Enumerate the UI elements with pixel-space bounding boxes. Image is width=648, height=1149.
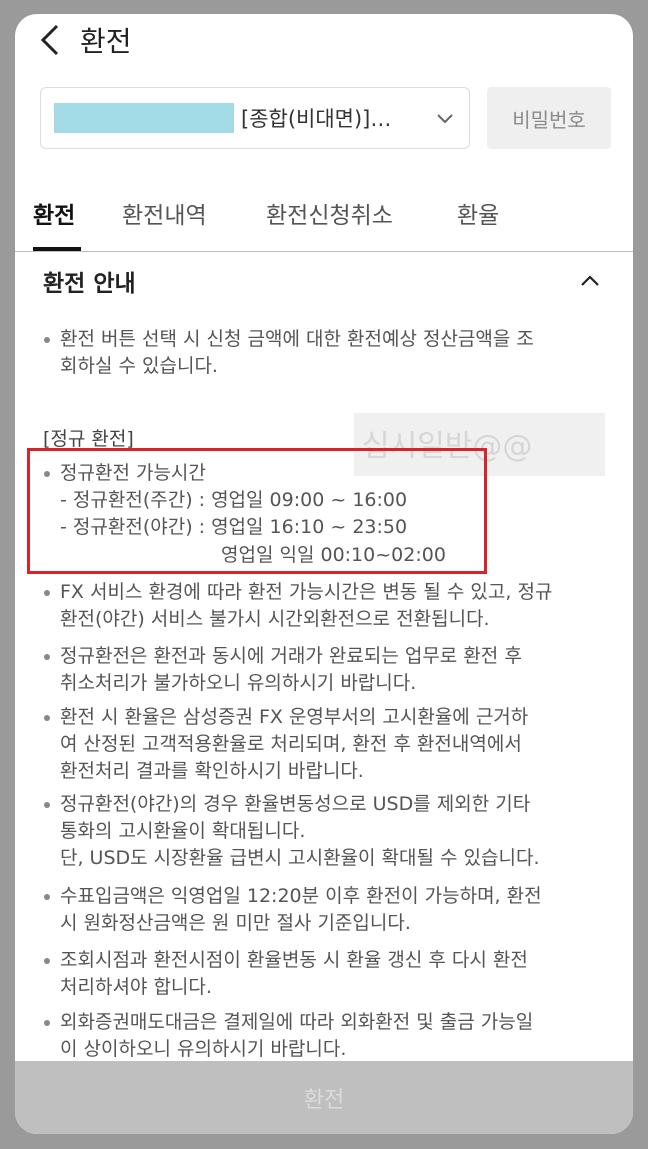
regular-exchange-heading: [정규 환전]: [43, 428, 134, 450]
tab-exchange-rate[interactable]: 환율: [457, 196, 499, 230]
chevron-down-icon: [435, 108, 455, 128]
back-arrow-icon[interactable]: [37, 22, 65, 58]
guide-title: 환전 안내: [43, 271, 136, 297]
list-item: 환전 시 환율은 삼성증권 FX 운영부서의 고시환율에 근거하 여 산정된 고…: [43, 704, 603, 785]
guide-intro-line: 환전 버튼 선택 시 신청 금액에 대한 환전예상 정산금액을 조: [60, 328, 534, 350]
list-item-line: 여 산정된 고객적용환율로 처리되며, 환전 후 환전내역에서: [60, 733, 522, 755]
list-item-line: 수표입금액은 익영업일 12:20분 이후 환전이 가능하며, 환전: [60, 885, 542, 907]
tab-cancel-request[interactable]: 환전신청취소: [266, 196, 393, 230]
chevron-up-icon[interactable]: [577, 268, 603, 294]
list-item-line: 환전처리 결과를 확인하시기 바랍니다.: [60, 760, 364, 782]
list-item-line: 취소처리가 불가하오니 유의하시기 바랍니다.: [60, 672, 417, 694]
list-item-line: FX 서비스 환경에 따라 환전 가능시간은 변동 될 수 있고, 정규: [60, 581, 553, 603]
list-item: 정규환전(야간)의 경우 환율변동성으로 USD를 제외한 기타 통화의 고시환…: [43, 791, 603, 872]
list-item: FX 서비스 환경에 따라 환전 가능시간은 변동 될 수 있고, 정규 환전(…: [43, 579, 603, 633]
list-item-line: 환전(야간) 서비스 불가시 시간외환전으로 전환됩니다.: [60, 608, 490, 630]
list-item-line: 정규환전(야간)의 경우 환율변동성으로 USD를 제외한 기타: [60, 793, 531, 815]
list-item-line: 환전 시 환율은 삼성증권 FX 운영부서의 고시환율에 근거하: [60, 706, 529, 728]
list-item-line: 단, USD도 시장환율 급변시 고시환율이 확대될 수 있습니다.: [60, 847, 540, 869]
hours-night-next: 영업일 익일 00:10~02:00: [221, 544, 446, 566]
hours-day: - 정규환전(주간) : 영업일 09:00 ~ 16:00: [60, 489, 408, 511]
account-type-label: [종합(비대면)]…: [241, 107, 392, 131]
account-select[interactable]: [종합(비대면)]…: [40, 87, 470, 149]
hours-title-item: 정규환전 가능시간: [43, 460, 603, 487]
tab-exchange-history[interactable]: 환전내역: [122, 196, 207, 230]
tab-exchange[interactable]: 환전: [33, 196, 75, 230]
list-item-line: 조회시점과 환전시점이 환율변동 시 환율 갱신 후 다시 환전: [60, 949, 528, 971]
list-item: 정규환전은 환전과 동시에 거래가 완료되는 업무로 환전 후 취소처리가 불가…: [43, 643, 603, 697]
list-item: 외화증권매도대금은 결제일에 따라 외화환전 및 출금 가능일 이 상이하오니 …: [43, 1009, 603, 1063]
page-title: 환전: [80, 25, 132, 58]
list-item-line: 처리하셔야 합니다.: [60, 976, 212, 998]
list-item: 수표입금액은 익영업일 12:20분 이후 환전이 가능하며, 환전 시 원화정…: [43, 883, 603, 937]
tab-bar: 환전 환전내역 환전신청취소 환율: [15, 184, 633, 252]
active-tab-indicator: [33, 247, 81, 251]
list-item: 조회시점과 환전시점이 환율변동 시 환율 갱신 후 다시 환전 처리하셔야 합…: [43, 947, 603, 1001]
guide-intro: 환전 버튼 선택 시 신청 금액에 대한 환전예상 정산금액을 조 회하실 수 …: [43, 326, 603, 380]
list-item-line: 통화의 고시환율이 확대됩니다.: [60, 820, 306, 842]
masked-account-number: [54, 103, 234, 133]
exchange-submit-button[interactable]: 환전: [15, 1061, 633, 1134]
header: 환전: [15, 14, 633, 64]
hours-night: - 정규환전(야간) : 영업일 16:10 ~ 23:50: [60, 516, 408, 538]
exchange-sheet: 환전 [종합(비대면)]… 비밀번호 환전 환전내역 환전신청취소 환율 환전 …: [15, 14, 633, 1134]
hours-title: 정규환전 가능시간: [60, 462, 206, 484]
list-item-line: 시 원화정산금액은 원 미만 절사 기준입니다.: [60, 912, 411, 934]
password-button[interactable]: 비밀번호: [487, 87, 611, 149]
list-item-line: 외화증권매도대금은 결제일에 따라 외화환전 및 출금 가능일: [60, 1011, 534, 1033]
list-item-line: 이 상이하오니 유의하시기 바랍니다.: [60, 1038, 347, 1060]
guide-intro-line: 회하실 수 있습니다.: [60, 355, 218, 377]
list-item-line: 정규환전은 환전과 동시에 거래가 완료되는 업무로 환전 후: [60, 645, 522, 667]
